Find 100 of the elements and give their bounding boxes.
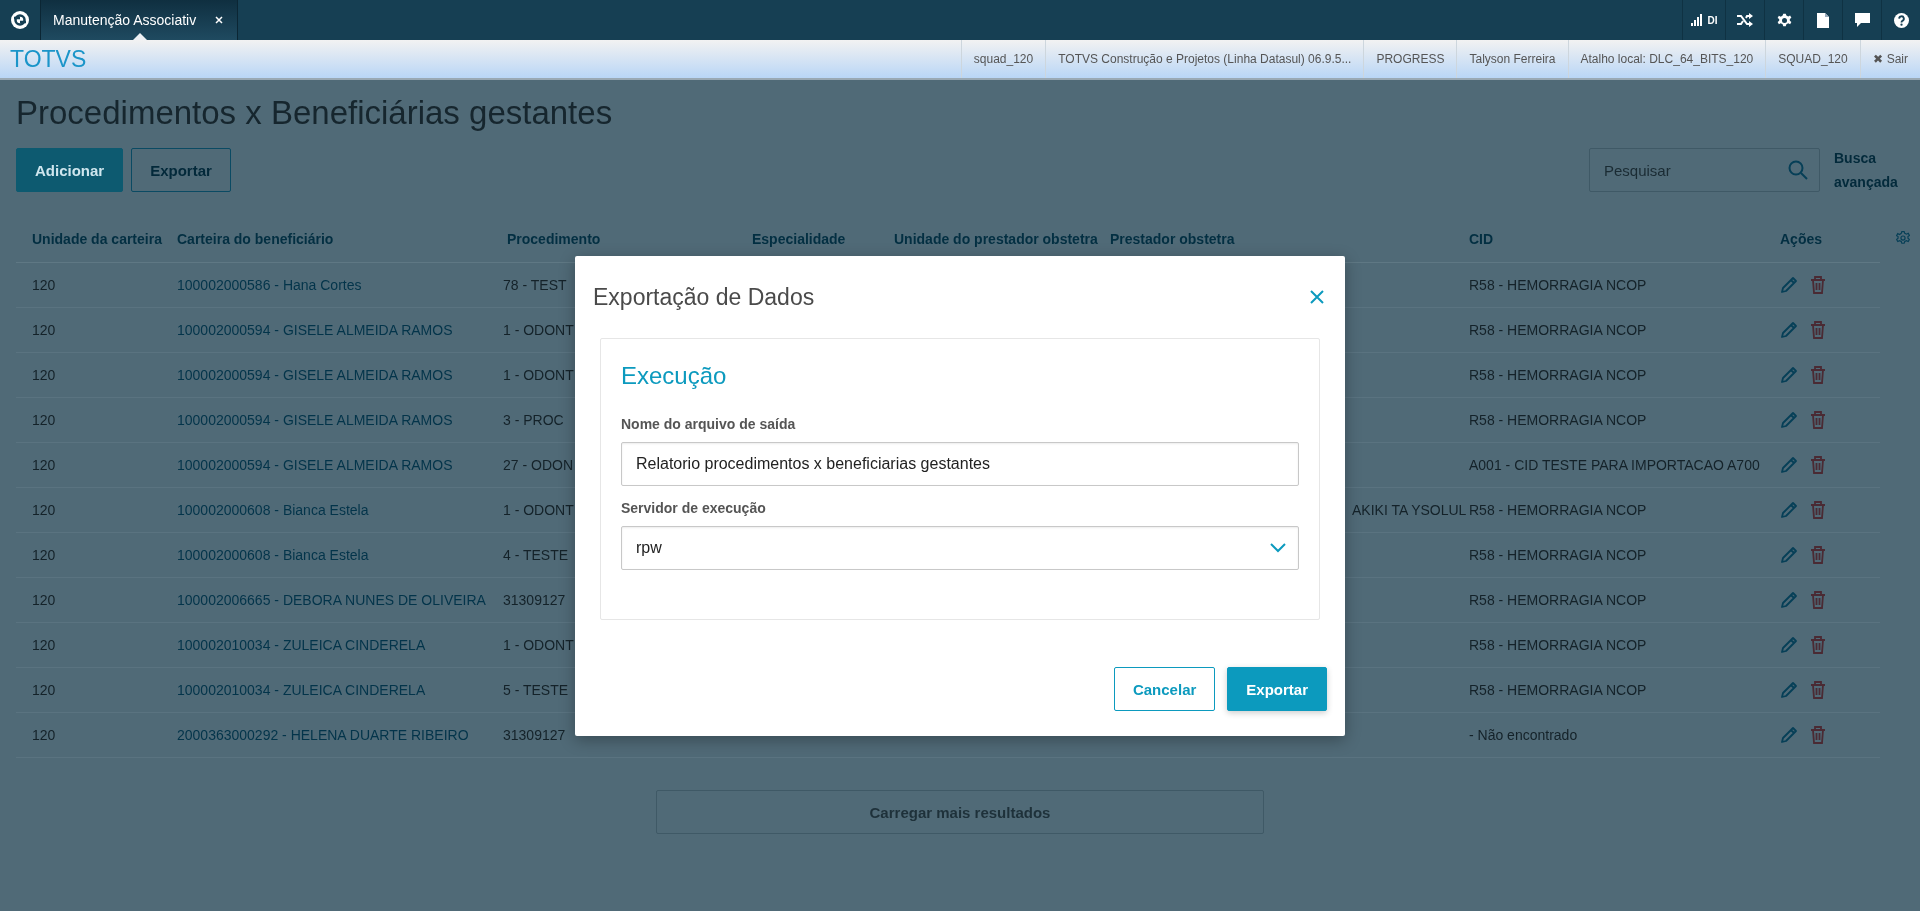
page-title: Procedimentos x Beneficiárias gestantes (16, 93, 614, 133)
settings-icon[interactable] (1776, 12, 1792, 28)
chevron-down-icon (1270, 543, 1286, 553)
table-cell: 120 (32, 322, 56, 338)
table-cell: 1 - ODONT (503, 637, 574, 653)
delete-icon[interactable] (1810, 456, 1826, 474)
shuffle-icon[interactable] (1737, 13, 1753, 27)
help-icon[interactable] (1893, 12, 1909, 28)
server-select[interactable]: rpw (621, 526, 1299, 570)
table-cell: 4 - TESTE (503, 547, 569, 563)
delete-icon[interactable] (1810, 411, 1826, 429)
table-cell: 1 - ODONT (503, 322, 574, 338)
edit-icon[interactable] (1780, 546, 1798, 564)
edit-icon[interactable] (1780, 366, 1798, 384)
beneficiary-link[interactable]: 100002010034 - ZULEICA CINDERELA (177, 637, 426, 653)
session-info: TOTVS Construção e Projetos (Linha Datasul) 06.9.5... (1058, 52, 1352, 66)
table-cell: 3 - PROC (503, 412, 564, 428)
beneficiary-link[interactable]: 100002000586 - Hana Cortes (177, 277, 362, 293)
session-info: PROGRESS (1376, 52, 1445, 66)
delete-icon[interactable] (1810, 726, 1826, 744)
beneficiary-link[interactable]: 100002000594 - GISELE ALMEIDA RAMOS (177, 457, 453, 473)
add-button[interactable]: Adicionar (16, 148, 124, 192)
table-cell: R58 - HEMORRAGIA NCOP (1469, 322, 1647, 338)
table-cell: R58 - HEMORRAGIA NCOP (1469, 412, 1647, 428)
export-button[interactable]: Exportar (1227, 667, 1327, 711)
delete-icon[interactable] (1810, 546, 1826, 564)
delete-icon[interactable] (1810, 366, 1826, 384)
edit-icon[interactable] (1780, 321, 1798, 339)
advanced-search-link[interactable]: Busca avançada (1834, 146, 1904, 194)
column-header: Unidade da carteira (32, 231, 162, 247)
session-info: squad_120 (973, 52, 1034, 66)
column-header: Prestador obstetra (1110, 231, 1235, 247)
edit-icon[interactable] (1780, 411, 1798, 429)
logout-link[interactable]: ✖ Sair (1872, 52, 1908, 66)
edit-icon[interactable] (1780, 726, 1798, 744)
beneficiary-link[interactable]: 2000363000292 - HELENA DUARTE RIBEIRO (177, 727, 469, 743)
table-cell: R58 - HEMORRAGIA NCOP (1469, 502, 1647, 518)
signal-label: DI (1707, 14, 1718, 26)
file-name-field[interactable]: Relatorio procedimentos x beneficiarias gestantes (621, 442, 1299, 486)
dialog-title: Exportação de Dados (593, 283, 815, 311)
table-cell: 120 (32, 637, 56, 653)
table-cell: 120 (32, 682, 56, 698)
table-cell: 1 - ODONT (503, 502, 574, 518)
edit-icon[interactable] (1780, 636, 1798, 654)
table-cell: 120 (32, 727, 56, 743)
beneficiary-link[interactable]: 100002000594 - GISELE ALMEIDA RAMOS (177, 412, 453, 428)
beneficiary-link[interactable]: 100002000608 - Bianca Estela (177, 547, 369, 563)
edit-icon[interactable] (1780, 501, 1798, 519)
edit-icon[interactable] (1780, 591, 1798, 609)
beneficiary-link[interactable]: 100002000594 - GISELE ALMEIDA RAMOS (177, 322, 453, 338)
table-cell: 31309127 (503, 727, 566, 743)
table-cell: R58 - HEMORRAGIA NCOP (1469, 277, 1647, 293)
edit-icon[interactable] (1780, 276, 1798, 294)
table-cell: 1 - ODONT (503, 367, 574, 383)
delete-icon[interactable] (1810, 591, 1826, 609)
table-cell: R58 - HEMORRAGIA NCOP (1469, 367, 1647, 383)
table-cell: R58 - HEMORRAGIA NCOP (1469, 592, 1647, 608)
delete-icon[interactable] (1810, 276, 1826, 294)
search-field[interactable]: Pesquisar (1589, 148, 1820, 192)
delete-icon[interactable] (1810, 681, 1826, 699)
table-cell: 120 (32, 367, 56, 383)
close-icon[interactable] (215, 16, 223, 24)
table-cell: R58 - HEMORRAGIA NCOP (1469, 637, 1647, 653)
beneficiary-link[interactable]: 100002000608 - Bianca Estela (177, 502, 369, 518)
app-tab[interactable]: Manutenção Associativ (40, 0, 238, 40)
column-header: Especialidade (752, 231, 846, 247)
column-header: CID (1469, 231, 1494, 247)
table-cell: 120 (32, 592, 56, 608)
beneficiary-link[interactable]: 100002010034 - ZULEICA CINDERELA (177, 682, 426, 698)
table-cell: R58 - HEMORRAGIA NCOP (1469, 547, 1647, 563)
export-button[interactable]: Exportar (131, 148, 231, 192)
document-icon[interactable] (1817, 12, 1829, 28)
chat-icon[interactable] (1854, 13, 1870, 27)
table-cell: A001 - CID TESTE PARA IMPORTACAO A700 (1469, 457, 1760, 473)
logo-icon[interactable] (10, 10, 30, 30)
delete-icon[interactable] (1810, 501, 1826, 519)
column-header: Unidade do prestador obstetra (894, 231, 1098, 247)
brand-logo: TOTVS (10, 45, 87, 72)
table-cell: 120 (32, 277, 56, 293)
load-more-button[interactable]: Carregar mais resultados (656, 790, 1264, 834)
edit-icon[interactable] (1780, 456, 1798, 474)
field-label: Nome do arquivo de saída (621, 416, 797, 432)
table-cell: - Não encontrado (1469, 727, 1578, 743)
table-cell: 120 (32, 457, 56, 473)
table-cell: 78 - TEST (503, 277, 567, 293)
beneficiary-link[interactable]: 100002000594 - GISELE ALMEIDA RAMOS (177, 367, 453, 383)
table-cell: R58 - HEMORRAGIA NCOP (1469, 682, 1647, 698)
delete-icon[interactable] (1810, 321, 1826, 339)
beneficiary-link[interactable]: 100002006665 - DEBORA NUNES DE OLIVEIRA (177, 592, 486, 608)
delete-icon[interactable] (1810, 636, 1826, 654)
table-cell: 31309127 (503, 592, 566, 608)
table-cell: 5 - TESTE (503, 682, 569, 698)
session-info: Atalho local: DLC_64_BITS_120 (1580, 52, 1754, 66)
cancel-button[interactable]: Cancelar (1113, 667, 1216, 711)
search-icon[interactable] (1788, 160, 1808, 180)
edit-icon[interactable] (1780, 681, 1798, 699)
table-cell: 27 - ODON (503, 457, 573, 473)
field-label: Servidor de execução (621, 500, 767, 516)
table-cell: 120 (32, 547, 56, 563)
signal-icon (1690, 14, 1705, 26)
